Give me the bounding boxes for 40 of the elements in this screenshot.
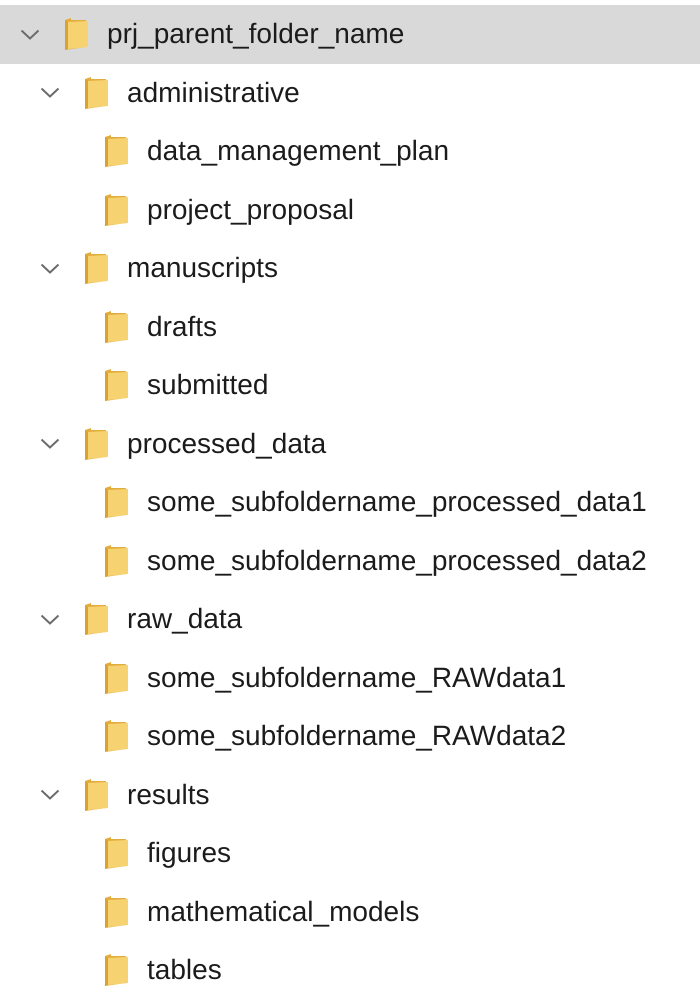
- folder-icon: [105, 486, 128, 518]
- folder-tree-item[interactable]: data_management_plan: [0, 122, 458, 180]
- folder-tree-item[interactable]: figures: [0, 824, 240, 882]
- chevron-down-icon[interactable]: [20, 28, 40, 40]
- chevron-down-icon[interactable]: [40, 614, 60, 625]
- folder-tree-item[interactable]: processed_data: [0, 414, 334, 473]
- folder-icon: [85, 428, 108, 460]
- folder-tree-item[interactable]: drafts: [0, 298, 226, 356]
- folder-icon: [105, 720, 128, 752]
- folder-tree-item[interactable]: some_subfoldername_processed_data1: [0, 473, 655, 532]
- chevron-down-icon[interactable]: [40, 262, 60, 274]
- folder-tree-item[interactable]: manuscripts: [0, 239, 286, 298]
- folder-tree-item[interactable]: raw_data: [0, 590, 250, 648]
- folder-tree-item[interactable]: results: [0, 766, 218, 824]
- chevron-down-icon[interactable]: [40, 789, 60, 800]
- folder-icon: [105, 896, 128, 928]
- folder-icon: [105, 135, 128, 168]
- folder-icon: [65, 18, 88, 50]
- folder-tree-item[interactable]: tables: [0, 941, 230, 1000]
- folder-icon: [105, 544, 128, 577]
- folder-tree-item[interactable]: submitted: [0, 356, 276, 414]
- folder-tree-item[interactable]: prj_parent_folder_name: [0, 5, 700, 64]
- folder-icon: [85, 778, 108, 811]
- folder-tree-item[interactable]: some_subfoldername_RAWdata1: [0, 648, 574, 707]
- folder-icon: [105, 310, 128, 343]
- folder-icon: [105, 837, 128, 870]
- folder-icon: [105, 194, 128, 226]
- folder-icon: [105, 369, 128, 402]
- folder-icon: [105, 954, 128, 986]
- folder-tree-item[interactable]: some_subfoldername_processed_data2: [0, 532, 655, 590]
- folder-tree-item[interactable]: administrative: [0, 64, 308, 122]
- folder-icon: [85, 76, 108, 109]
- folder-icon: [105, 662, 128, 694]
- folder-icon: [85, 603, 108, 636]
- folder-tree-item[interactable]: mathematical_models: [0, 882, 428, 941]
- folder-tree-item[interactable]: some_subfoldername_RAWdata2: [0, 707, 574, 766]
- chevron-down-icon[interactable]: [40, 438, 60, 450]
- folder-tree-item[interactable]: project_proposal: [0, 180, 362, 239]
- folder-icon: [85, 252, 108, 284]
- chevron-down-icon[interactable]: [40, 87, 60, 98]
